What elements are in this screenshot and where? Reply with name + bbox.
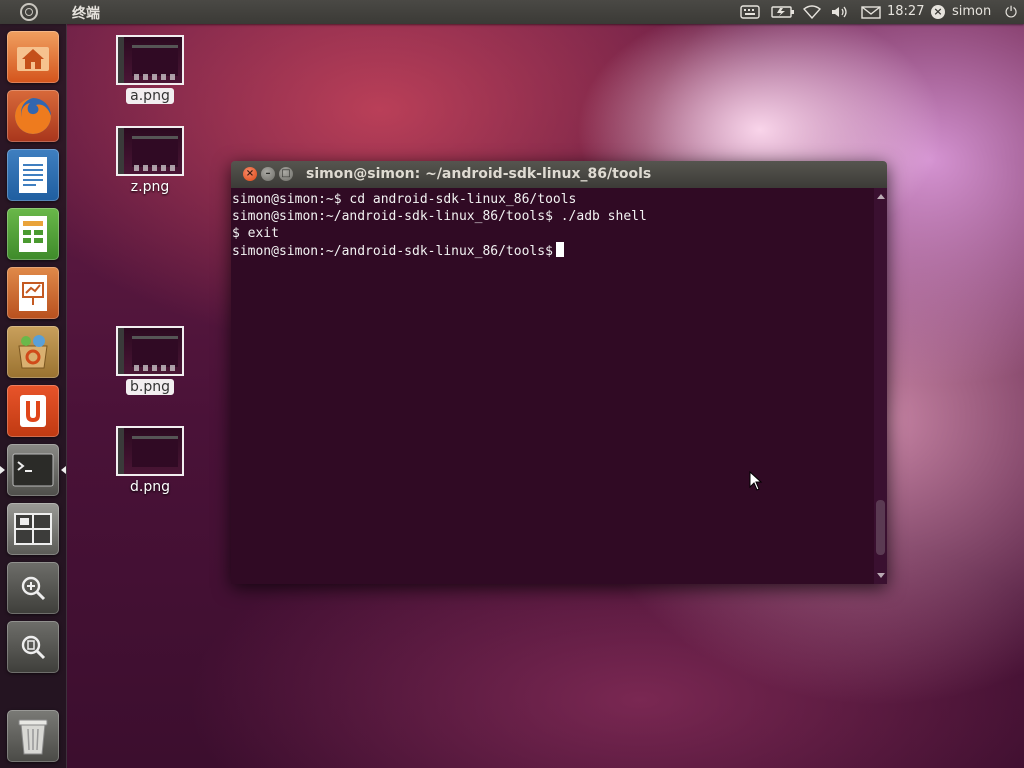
file-label: b.png [126, 379, 174, 395]
launcher-item-workspace-switcher[interactable] [7, 503, 59, 555]
mouse-pointer-icon [749, 471, 763, 491]
desktop-file-z-png[interactable]: z.png [110, 126, 190, 195]
scrollbar-thumb[interactable] [876, 500, 885, 555]
terminal-line: simon@simon:~/android-sdk-linux_86/tools… [232, 209, 647, 224]
scroll-down-arrow-icon[interactable] [877, 573, 885, 578]
launcher-item-ubuntu-one[interactable] [7, 385, 59, 437]
launcher-item-applications-lens[interactable] [7, 562, 59, 614]
maximize-button[interactable]: □ [279, 167, 293, 181]
terminal-content[interactable]: simon@simon:~$ cd android-sdk-linux_86/t… [231, 188, 887, 584]
launcher-item-libreoffice-impress[interactable] [7, 267, 59, 319]
file-label: a.png [126, 88, 174, 104]
focused-indicator [61, 466, 66, 474]
workspace-icon [14, 513, 52, 545]
terminal-output: simon@simon:~$ cd android-sdk-linux_86/t… [232, 191, 647, 259]
home-folder-icon [17, 47, 49, 71]
scroll-up-arrow-icon[interactable] [877, 194, 885, 199]
ubuntu-one-icon [20, 395, 46, 427]
image-thumbnail [116, 126, 184, 176]
terminal-line: $ exit [232, 226, 279, 241]
vertical-scrollbar[interactable] [874, 188, 887, 584]
desktop-file-a-png[interactable]: a.png [110, 35, 190, 104]
launcher-item-files-lens[interactable] [7, 621, 59, 673]
battery-icon[interactable] [771, 4, 795, 20]
launcher-item-home-folder[interactable] [7, 31, 59, 83]
impress-icon [19, 275, 47, 311]
launcher-item-software-center[interactable] [7, 326, 59, 378]
apps-lens-icon [21, 576, 46, 601]
file-label: z.png [130, 179, 170, 195]
terminal-line: simon@simon:~$ cd android-sdk-linux_86/t… [232, 192, 577, 207]
files-lens-icon [21, 635, 46, 660]
launcher-item-libreoffice-writer[interactable] [7, 149, 59, 201]
image-thumbnail [116, 426, 184, 476]
writer-icon [19, 157, 47, 193]
volume-icon[interactable] [830, 4, 850, 20]
launcher-item-terminal[interactable] [7, 444, 59, 496]
launcher-item-firefox[interactable] [7, 90, 59, 142]
prompt-text: simon@simon:~/android-sdk-linux_86/tools… [232, 244, 553, 259]
user-status-icon[interactable]: × [931, 5, 945, 19]
software-center-icon [18, 335, 48, 369]
launcher-item-trash[interactable] [7, 710, 59, 762]
terminal-icon [12, 453, 54, 487]
app-title: 终端 [72, 6, 100, 22]
user-name[interactable]: simon [952, 4, 991, 19]
running-indicator [0, 466, 5, 474]
clock[interactable]: 18:27 [887, 4, 924, 19]
power-icon[interactable]: ⏻ [1002, 3, 1020, 21]
trash-icon [18, 719, 48, 755]
minimize-button[interactable]: – [261, 167, 275, 181]
file-label: d.png [130, 479, 170, 495]
ubuntu-logo-icon[interactable] [20, 3, 38, 21]
keyboard-icon[interactable] [740, 4, 760, 20]
messaging-envelope-icon[interactable] [861, 4, 881, 20]
launcher-item-libreoffice-calc[interactable] [7, 208, 59, 260]
text-cursor [555, 242, 564, 257]
desktop-file-b-png[interactable]: b.png [110, 326, 190, 395]
terminal-prompt-line: simon@simon:~/android-sdk-linux_86/tools… [232, 242, 647, 259]
calc-icon [19, 216, 47, 252]
desktop-file-d-png[interactable]: d.png [110, 426, 190, 495]
window-title: simon@simon: ~/android-sdk-linux_86/tool… [306, 166, 652, 182]
window-titlebar[interactable]: × – □ simon@simon: ~/android-sdk-linux_8… [231, 161, 887, 188]
image-thumbnail [116, 35, 184, 85]
terminal-window[interactable]: × – □ simon@simon: ~/android-sdk-linux_8… [231, 161, 887, 584]
image-thumbnail [116, 326, 184, 376]
close-button[interactable]: × [243, 167, 257, 181]
launcher [0, 24, 67, 768]
network-wifi-icon[interactable] [802, 4, 822, 20]
top-panel: 终端 18:27 × simon ⏻ [0, 0, 1024, 24]
firefox-icon [15, 98, 51, 134]
